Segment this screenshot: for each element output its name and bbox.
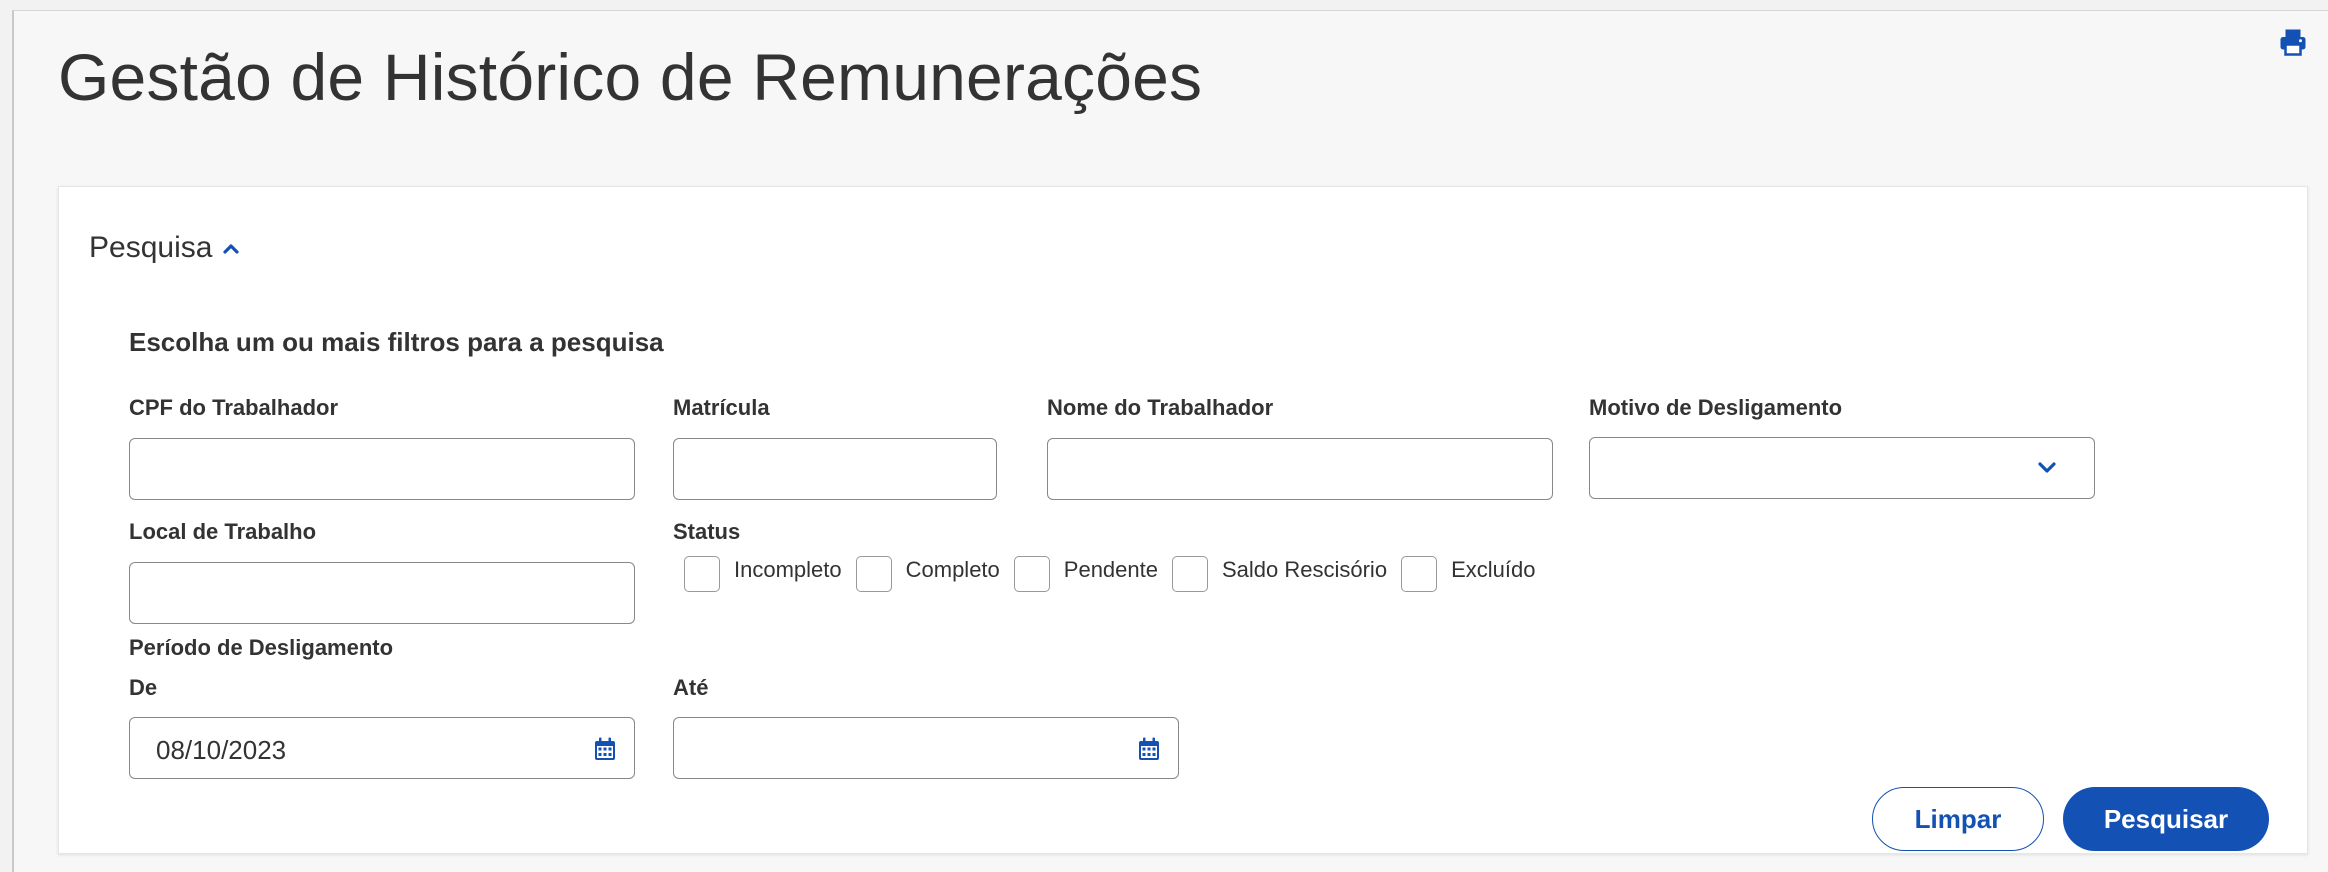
search-instructions: Escolha um ou mais filtros para a pesqui…: [129, 327, 664, 357]
de-date-value: 08/10/2023: [156, 735, 287, 765]
local-label: Local de Trabalho: [129, 519, 317, 544]
checkbox-label: Saldo Rescisório: [1221, 557, 1388, 582]
de-label: De: [129, 675, 158, 700]
cpf-input[interactable]: [129, 438, 635, 500]
search-button[interactable]: Pesquisar: [2063, 787, 2269, 851]
de-date-input[interactable]: 08/10/2023: [129, 717, 635, 779]
search-section-toggle[interactable]: Pesquisa: [89, 231, 240, 265]
motivo-label: Motivo de Desligamento: [1589, 395, 1843, 420]
status-checkbox-completo[interactable]: Completo: [855, 556, 1000, 592]
checkbox[interactable]: [1171, 556, 1208, 592]
print-icon[interactable]: [2278, 27, 2308, 57]
matricula-label: Matrícula: [673, 395, 770, 420]
status-label: Status: [673, 519, 741, 544]
checkbox[interactable]: [1401, 556, 1438, 592]
calendar-icon[interactable]: [1138, 737, 1160, 761]
checkbox-label: Completo: [905, 557, 1000, 582]
matricula-input[interactable]: [673, 438, 997, 500]
ate-label: Até: [673, 675, 709, 700]
checkbox-label: Incompleto: [734, 557, 842, 582]
checkbox-label: Excluído: [1451, 557, 1536, 582]
status-checkbox-saldo-rescisorio[interactable]: Saldo Rescisório: [1171, 556, 1388, 592]
status-checkbox-incompleto[interactable]: Incompleto: [684, 556, 842, 592]
status-checkbox-pendente[interactable]: Pendente: [1013, 556, 1158, 592]
ate-date-input[interactable]: [673, 717, 1179, 779]
motivo-select[interactable]: [1589, 437, 2095, 499]
checkbox[interactable]: [684, 556, 720, 592]
checkbox-label: Pendente: [1063, 557, 1158, 582]
nome-label: Nome do Trabalhador: [1047, 395, 1274, 420]
search-panel: Pesquisa Escolha um ou mais filtros para…: [58, 186, 2308, 854]
checkbox[interactable]: [855, 556, 892, 592]
checkbox[interactable]: [1013, 556, 1050, 592]
local-input[interactable]: [129, 562, 635, 624]
calendar-icon[interactable]: [594, 737, 616, 761]
chevron-up-icon: [223, 244, 240, 254]
status-checkbox-group: Incompleto Completo Pendente Saldo Resci…: [684, 556, 1549, 592]
nome-input[interactable]: [1047, 438, 1553, 500]
periodo-label: Período de Desligamento: [129, 635, 394, 660]
chevron-down-icon: [2038, 462, 2056, 473]
page-title: Gestão de Histórico de Remunerações: [58, 40, 1203, 114]
clear-button[interactable]: Limpar: [1872, 787, 2044, 851]
search-section-label: Pesquisa: [89, 231, 213, 264]
status-checkbox-excluido[interactable]: Excluído: [1401, 556, 1535, 592]
cpf-label: CPF do Trabalhador: [129, 395, 339, 420]
page-container: Gestão de Histórico de Remunerações Pesq…: [12, 10, 2328, 872]
